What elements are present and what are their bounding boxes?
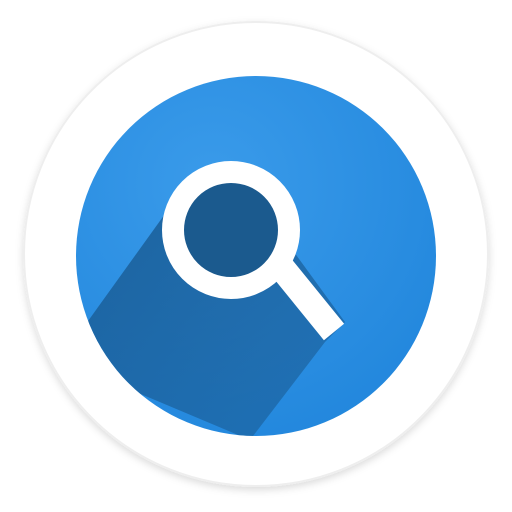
app-icon[interactable]: [0, 0, 512, 512]
magnifier-lens: [162, 161, 300, 299]
search-app-icon-graphic: [23, 21, 489, 487]
